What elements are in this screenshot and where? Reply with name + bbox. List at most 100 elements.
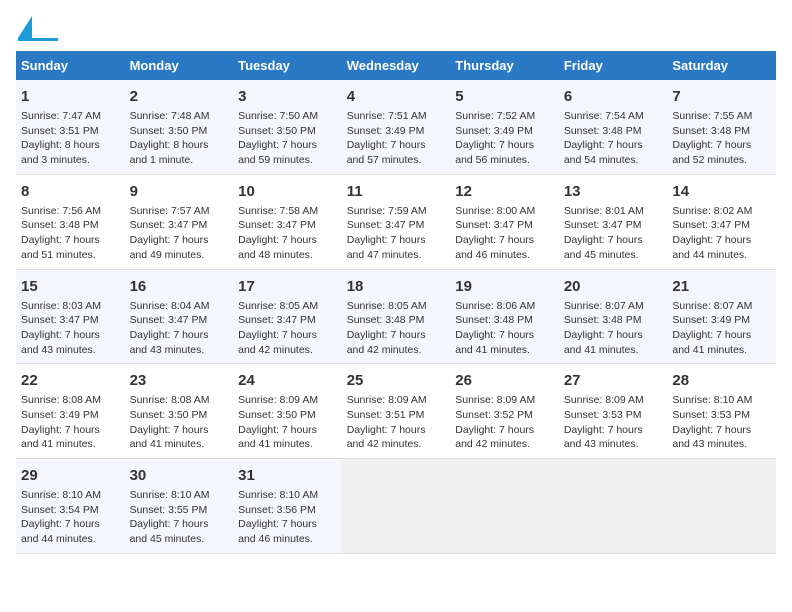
cell-details: Sunrise: 8:09 AMSunset: 3:50 PMDaylight:… bbox=[238, 393, 337, 452]
day-cell: 26Sunrise: 8:09 AMSunset: 3:52 PMDayligh… bbox=[450, 364, 559, 459]
cell-details: Sunrise: 7:55 AMSunset: 3:48 PMDaylight:… bbox=[672, 109, 771, 168]
col-header-monday: Monday bbox=[125, 51, 234, 80]
logo bbox=[16, 16, 58, 41]
day-cell: 7Sunrise: 7:55 AMSunset: 3:48 PMDaylight… bbox=[667, 80, 776, 174]
col-header-saturday: Saturday bbox=[667, 51, 776, 80]
cell-details: Sunrise: 8:10 AMSunset: 3:54 PMDaylight:… bbox=[21, 488, 120, 547]
day-cell bbox=[559, 459, 668, 554]
day-cell: 19Sunrise: 8:06 AMSunset: 3:48 PMDayligh… bbox=[450, 269, 559, 364]
week-row-2: 8Sunrise: 7:56 AMSunset: 3:48 PMDaylight… bbox=[16, 174, 776, 269]
day-number: 6 bbox=[564, 86, 663, 107]
col-header-sunday: Sunday bbox=[16, 51, 125, 80]
day-cell: 11Sunrise: 7:59 AMSunset: 3:47 PMDayligh… bbox=[342, 174, 451, 269]
cell-details: Sunrise: 7:58 AMSunset: 3:47 PMDaylight:… bbox=[238, 204, 337, 263]
day-number: 25 bbox=[347, 370, 446, 391]
cell-details: Sunrise: 8:00 AMSunset: 3:47 PMDaylight:… bbox=[455, 204, 554, 263]
day-cell: 15Sunrise: 8:03 AMSunset: 3:47 PMDayligh… bbox=[16, 269, 125, 364]
day-cell: 12Sunrise: 8:00 AMSunset: 3:47 PMDayligh… bbox=[450, 174, 559, 269]
cell-details: Sunrise: 8:07 AMSunset: 3:49 PMDaylight:… bbox=[672, 299, 771, 358]
day-number: 19 bbox=[455, 276, 554, 297]
day-cell: 10Sunrise: 7:58 AMSunset: 3:47 PMDayligh… bbox=[233, 174, 342, 269]
cell-details: Sunrise: 8:09 AMSunset: 3:51 PMDaylight:… bbox=[347, 393, 446, 452]
cell-details: Sunrise: 7:48 AMSunset: 3:50 PMDaylight:… bbox=[130, 109, 229, 168]
day-number: 5 bbox=[455, 86, 554, 107]
day-number: 29 bbox=[21, 465, 120, 486]
day-cell: 29Sunrise: 8:10 AMSunset: 3:54 PMDayligh… bbox=[16, 459, 125, 554]
day-number: 9 bbox=[130, 181, 229, 202]
day-cell: 17Sunrise: 8:05 AMSunset: 3:47 PMDayligh… bbox=[233, 269, 342, 364]
calendar-table: SundayMondayTuesdayWednesdayThursdayFrid… bbox=[16, 51, 776, 554]
logo-triangle-icon bbox=[18, 16, 32, 38]
day-cell: 27Sunrise: 8:09 AMSunset: 3:53 PMDayligh… bbox=[559, 364, 668, 459]
day-cell: 5Sunrise: 7:52 AMSunset: 3:49 PMDaylight… bbox=[450, 80, 559, 174]
day-cell: 18Sunrise: 8:05 AMSunset: 3:48 PMDayligh… bbox=[342, 269, 451, 364]
day-cell: 6Sunrise: 7:54 AMSunset: 3:48 PMDaylight… bbox=[559, 80, 668, 174]
week-row-3: 15Sunrise: 8:03 AMSunset: 3:47 PMDayligh… bbox=[16, 269, 776, 364]
col-header-thursday: Thursday bbox=[450, 51, 559, 80]
day-cell: 23Sunrise: 8:08 AMSunset: 3:50 PMDayligh… bbox=[125, 364, 234, 459]
cell-details: Sunrise: 8:06 AMSunset: 3:48 PMDaylight:… bbox=[455, 299, 554, 358]
day-number: 7 bbox=[672, 86, 771, 107]
day-cell: 14Sunrise: 8:02 AMSunset: 3:47 PMDayligh… bbox=[667, 174, 776, 269]
day-number: 24 bbox=[238, 370, 337, 391]
day-number: 10 bbox=[238, 181, 337, 202]
cell-details: Sunrise: 8:03 AMSunset: 3:47 PMDaylight:… bbox=[21, 299, 120, 358]
day-number: 8 bbox=[21, 181, 120, 202]
day-cell: 3Sunrise: 7:50 AMSunset: 3:50 PMDaylight… bbox=[233, 80, 342, 174]
day-cell: 31Sunrise: 8:10 AMSunset: 3:56 PMDayligh… bbox=[233, 459, 342, 554]
day-number: 18 bbox=[347, 276, 446, 297]
week-row-1: 1Sunrise: 7:47 AMSunset: 3:51 PMDaylight… bbox=[16, 80, 776, 174]
cell-details: Sunrise: 7:59 AMSunset: 3:47 PMDaylight:… bbox=[347, 204, 446, 263]
day-number: 20 bbox=[564, 276, 663, 297]
day-number: 27 bbox=[564, 370, 663, 391]
cell-details: Sunrise: 7:47 AMSunset: 3:51 PMDaylight:… bbox=[21, 109, 120, 168]
cell-details: Sunrise: 8:05 AMSunset: 3:48 PMDaylight:… bbox=[347, 299, 446, 358]
day-number: 15 bbox=[21, 276, 120, 297]
cell-details: Sunrise: 8:09 AMSunset: 3:52 PMDaylight:… bbox=[455, 393, 554, 452]
cell-details: Sunrise: 8:10 AMSunset: 3:56 PMDaylight:… bbox=[238, 488, 337, 547]
cell-details: Sunrise: 8:07 AMSunset: 3:48 PMDaylight:… bbox=[564, 299, 663, 358]
day-cell: 9Sunrise: 7:57 AMSunset: 3:47 PMDaylight… bbox=[125, 174, 234, 269]
cell-details: Sunrise: 8:08 AMSunset: 3:50 PMDaylight:… bbox=[130, 393, 229, 452]
day-cell: 25Sunrise: 8:09 AMSunset: 3:51 PMDayligh… bbox=[342, 364, 451, 459]
day-cell: 16Sunrise: 8:04 AMSunset: 3:47 PMDayligh… bbox=[125, 269, 234, 364]
day-number: 4 bbox=[347, 86, 446, 107]
col-header-tuesday: Tuesday bbox=[233, 51, 342, 80]
day-number: 26 bbox=[455, 370, 554, 391]
day-cell: 2Sunrise: 7:48 AMSunset: 3:50 PMDaylight… bbox=[125, 80, 234, 174]
day-cell bbox=[450, 459, 559, 554]
cell-details: Sunrise: 8:10 AMSunset: 3:53 PMDaylight:… bbox=[672, 393, 771, 452]
calendar-header-row: SundayMondayTuesdayWednesdayThursdayFrid… bbox=[16, 51, 776, 80]
cell-details: Sunrise: 8:04 AMSunset: 3:47 PMDaylight:… bbox=[130, 299, 229, 358]
day-number: 2 bbox=[130, 86, 229, 107]
day-number: 21 bbox=[672, 276, 771, 297]
day-cell: 21Sunrise: 8:07 AMSunset: 3:49 PMDayligh… bbox=[667, 269, 776, 364]
cell-details: Sunrise: 8:02 AMSunset: 3:47 PMDaylight:… bbox=[672, 204, 771, 263]
day-number: 3 bbox=[238, 86, 337, 107]
day-number: 17 bbox=[238, 276, 337, 297]
day-cell bbox=[342, 459, 451, 554]
day-number: 1 bbox=[21, 86, 120, 107]
cell-details: Sunrise: 7:52 AMSunset: 3:49 PMDaylight:… bbox=[455, 109, 554, 168]
cell-details: Sunrise: 8:08 AMSunset: 3:49 PMDaylight:… bbox=[21, 393, 120, 452]
col-header-wednesday: Wednesday bbox=[342, 51, 451, 80]
day-cell: 1Sunrise: 7:47 AMSunset: 3:51 PMDaylight… bbox=[16, 80, 125, 174]
cell-details: Sunrise: 7:50 AMSunset: 3:50 PMDaylight:… bbox=[238, 109, 337, 168]
day-cell: 8Sunrise: 7:56 AMSunset: 3:48 PMDaylight… bbox=[16, 174, 125, 269]
week-row-4: 22Sunrise: 8:08 AMSunset: 3:49 PMDayligh… bbox=[16, 364, 776, 459]
day-number: 12 bbox=[455, 181, 554, 202]
day-number: 28 bbox=[672, 370, 771, 391]
cell-details: Sunrise: 8:09 AMSunset: 3:53 PMDaylight:… bbox=[564, 393, 663, 452]
day-number: 13 bbox=[564, 181, 663, 202]
cell-details: Sunrise: 7:57 AMSunset: 3:47 PMDaylight:… bbox=[130, 204, 229, 263]
day-cell: 24Sunrise: 8:09 AMSunset: 3:50 PMDayligh… bbox=[233, 364, 342, 459]
day-cell: 30Sunrise: 8:10 AMSunset: 3:55 PMDayligh… bbox=[125, 459, 234, 554]
day-number: 14 bbox=[672, 181, 771, 202]
cell-details: Sunrise: 8:01 AMSunset: 3:47 PMDaylight:… bbox=[564, 204, 663, 263]
col-header-friday: Friday bbox=[559, 51, 668, 80]
day-cell: 20Sunrise: 8:07 AMSunset: 3:48 PMDayligh… bbox=[559, 269, 668, 364]
cell-details: Sunrise: 8:10 AMSunset: 3:55 PMDaylight:… bbox=[130, 488, 229, 547]
day-cell bbox=[667, 459, 776, 554]
header bbox=[16, 16, 776, 41]
cell-details: Sunrise: 7:54 AMSunset: 3:48 PMDaylight:… bbox=[564, 109, 663, 168]
